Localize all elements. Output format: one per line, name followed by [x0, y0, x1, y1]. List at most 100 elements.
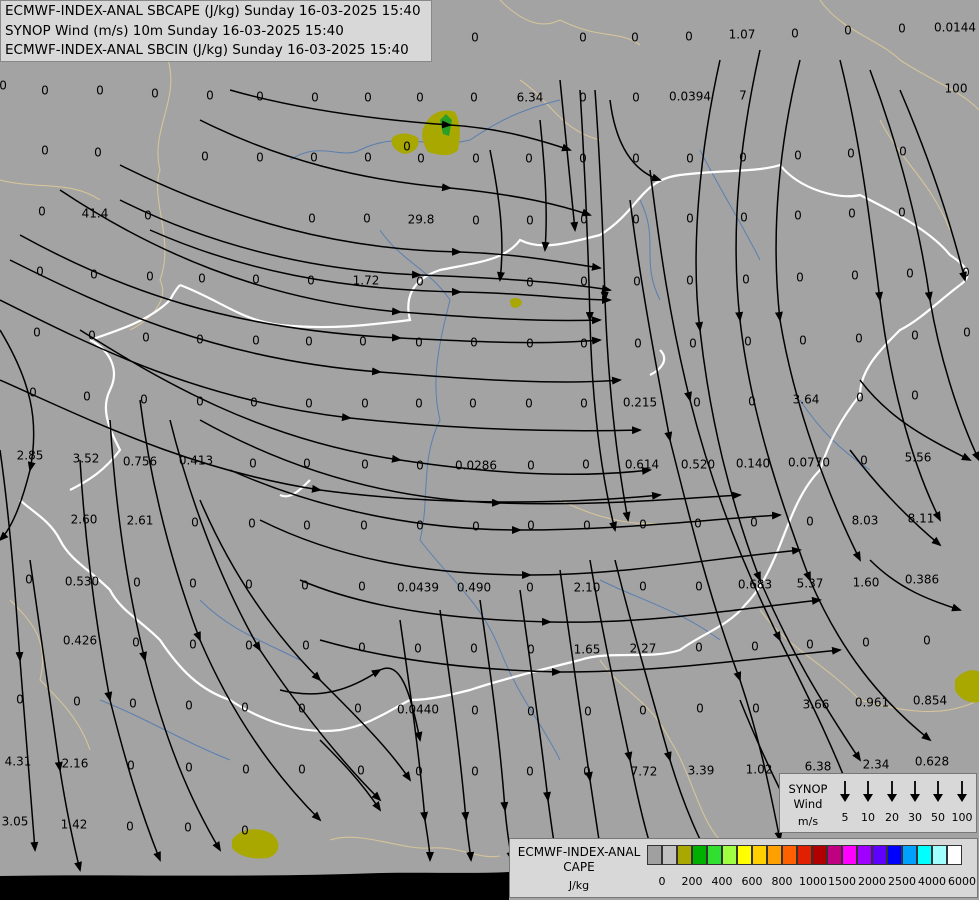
map-canvas: 0 0 0 0 1.07 0 0 0.0144 0 0 0 0 0 0 0 0 0 0 6.34 0 0 0.0394 7 1…: [0, 0, 979, 900]
sbcape-value-92: 0: [29, 386, 37, 400]
synop-legend-title: SYNOP: [788, 782, 828, 796]
cape-swatch-7: [752, 845, 767, 865]
sbcape-value-19: 0: [579, 91, 587, 105]
sbcape-value-30: 0: [310, 151, 318, 165]
cape-tick-600: 600: [741, 875, 763, 888]
sbcape-value-192: 4.31: [5, 755, 32, 769]
sbcape-value-142: 0: [25, 573, 33, 587]
sbcape-value-40: 0: [847, 147, 855, 161]
synop-legend-unit: m/s: [797, 815, 819, 828]
sbcape-value-54: 0: [794, 209, 802, 223]
sbcape-value-93: 0: [83, 390, 91, 404]
cape-swatch-4: [707, 845, 722, 865]
sbcape-value-38: 0: [739, 151, 747, 165]
map-title-box: ECMWF-INDEX-ANAL SBCAPE (J/kg) Sunday 16…: [0, 0, 432, 62]
sbcape-value-53: 0: [740, 211, 748, 225]
sbcape-value-111: 0.756: [123, 455, 157, 469]
sbcape-value-131: 0: [360, 519, 368, 533]
sbcape-value-134: 0: [527, 519, 535, 533]
sbcape-value-73: 0: [962, 266, 970, 280]
sbcape-value-75: 0: [88, 329, 96, 343]
sbcape-value-29: 0: [256, 151, 264, 165]
wind-arrow-100: [957, 781, 967, 802]
sbcape-value-86: 0: [689, 337, 697, 351]
sbcape-value-144: 0: [133, 576, 141, 590]
sbcape-value-127: 2.61: [127, 514, 154, 528]
cape-swatch-14: [857, 845, 872, 865]
sbcape-value-153: 0: [639, 580, 647, 594]
sbcape-value-171: 0: [751, 640, 759, 654]
sbcape-value-175: 0: [16, 693, 24, 707]
sbcape-value-100: 0: [469, 397, 477, 411]
sbcape-value-199: 0: [415, 765, 423, 779]
synop-legend-subtitle: Wind: [793, 797, 823, 811]
wind-arrow-20: [887, 781, 897, 802]
sbcape-value-16: 0: [416, 91, 424, 105]
sbcape-value-61: 0: [252, 273, 260, 287]
sbcape-value-179: 0: [241, 701, 249, 715]
sbcape-value-186: 0: [639, 704, 647, 718]
sbcape-value-22: 7: [739, 89, 747, 103]
sbcape-value-33: 0: [472, 152, 480, 166]
sbcape-value-12: 0: [206, 89, 214, 103]
weather-map: 0 0 0 0 1.07 0 0 0.0144 0 0 0 0 0 0 0 0 0 0 6.34 0 0 0.0394 7 1…: [0, 0, 979, 900]
wind-speed-5: 5: [841, 811, 849, 824]
sbcape-value-129: 0: [248, 517, 256, 531]
sbcape-value-18: 6.34: [517, 91, 544, 105]
sbcape-value-207: 2.34: [863, 758, 890, 772]
sbcape-value-3: 0: [685, 30, 693, 44]
cape-swatch-13: [842, 845, 857, 865]
sbcape-value-95: 0: [196, 395, 204, 409]
cape-swatch-18: [917, 845, 932, 865]
wind-speed-30: 30: [908, 811, 922, 824]
sbcape-value-108: 0: [911, 389, 919, 403]
sbcape-value-20: 0: [632, 91, 640, 105]
sbcape-value-76: 0: [142, 331, 150, 345]
sbcape-value-57: 0: [36, 265, 44, 279]
sbcape-value-59: 0: [146, 270, 154, 284]
sbcape-value-149: 0.0439: [397, 581, 439, 595]
sbcape-value-74: 0: [33, 326, 41, 340]
sbcape-value-195: 0: [185, 761, 193, 775]
cape-swatch-5: [722, 845, 737, 865]
cape-swatch-19: [932, 845, 947, 865]
sbcape-value-71: 0: [851, 269, 859, 283]
sbcape-value-126: 2.60: [71, 513, 98, 527]
cape-swatch-1: [662, 845, 677, 865]
sbcape-value-37: 0: [686, 152, 694, 166]
sbcape-value-182: 0.0440: [397, 703, 439, 717]
sbcape-value-5: 0: [791, 27, 799, 41]
sbcape-value-139: 0: [806, 515, 814, 529]
sbcape-value-51: 0: [632, 213, 640, 227]
cape-color-legend: ECMWF-INDEX-ANAL CAPE J/kg 0 200 400 600 800…: [509, 838, 978, 898]
sbcape-value-136: 0: [639, 518, 647, 532]
sbcape-value-99: 0: [415, 397, 423, 411]
sbcape-value-107: 0: [856, 391, 864, 405]
sbcape-value-68: 0: [686, 274, 694, 288]
cape-swatch-20: [947, 845, 962, 865]
sbcape-value-35: 0: [579, 152, 587, 166]
cape-swatch-15: [872, 845, 887, 865]
sbcape-value-132: 0: [416, 519, 424, 533]
sbcape-value-213: 0: [241, 824, 249, 838]
sbcape-value-64: 0: [416, 275, 424, 289]
sbcape-value-58: 0: [90, 268, 98, 282]
sbcape-value-122: 0.140: [736, 457, 770, 471]
sbcape-value-79: 0: [305, 335, 313, 349]
sbcape-value-109: 2.85: [17, 449, 44, 463]
sbcape-value-119: 0: [582, 458, 590, 472]
cape-tick-400: 400: [711, 875, 733, 888]
title-synop-wind: SYNOP Wind (m/s) 10m Sunday 16-03-2025 1…: [5, 22, 344, 39]
cape-swatch-3: [692, 845, 707, 865]
sbcape-value-172: 0: [806, 638, 814, 652]
sbcape-value-32: 0: [417, 152, 425, 166]
sbcape-value-117: 0.0286: [455, 459, 497, 473]
sbcape-value-143: 0.530: [65, 575, 99, 589]
cape-legend-name: CAPE: [563, 860, 595, 874]
cape-tick-2500: 2500: [888, 875, 916, 888]
cape-tick-800: 800: [771, 875, 793, 888]
sbcape-value-148: 0: [358, 580, 366, 594]
sbcape-value-82: 0: [470, 336, 478, 350]
sbcape-value-200: 0: [471, 765, 479, 779]
sbcape-value-44: 0: [144, 209, 152, 223]
